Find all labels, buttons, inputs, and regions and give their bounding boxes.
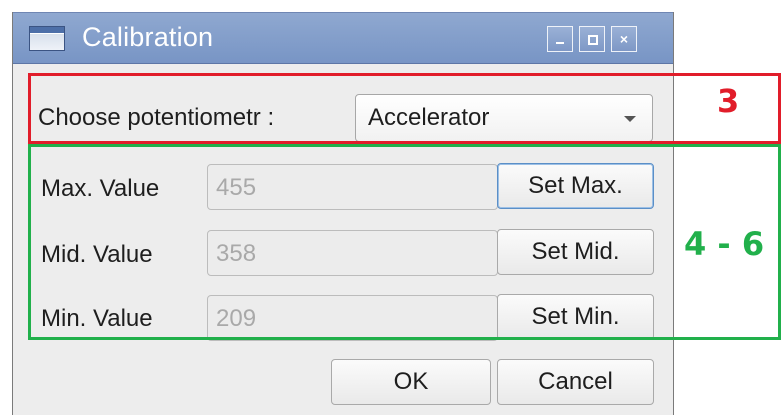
minimize-button[interactable] <box>547 26 573 52</box>
maximize-icon <box>588 35 598 45</box>
annotation-box-combo <box>28 73 781 144</box>
annotation-label-3: 3 <box>717 82 740 120</box>
ok-button[interactable]: OK <box>331 359 491 405</box>
minimize-icon <box>556 42 564 44</box>
close-icon: × <box>619 31 629 47</box>
annotation-box-values <box>28 144 781 340</box>
cancel-button[interactable]: Cancel <box>497 359 654 405</box>
close-button[interactable]: × <box>611 26 637 52</box>
maximize-button[interactable] <box>579 26 605 52</box>
window-app-icon <box>29 26 65 51</box>
screenshot-stage: Calibration × Choose potentiometr : Acce… <box>0 0 781 415</box>
window-title: Calibration <box>82 22 214 52</box>
annotation-label-4-6: 4 - 6 <box>684 225 765 263</box>
title-bar[interactable]: Calibration × <box>13 12 673 64</box>
